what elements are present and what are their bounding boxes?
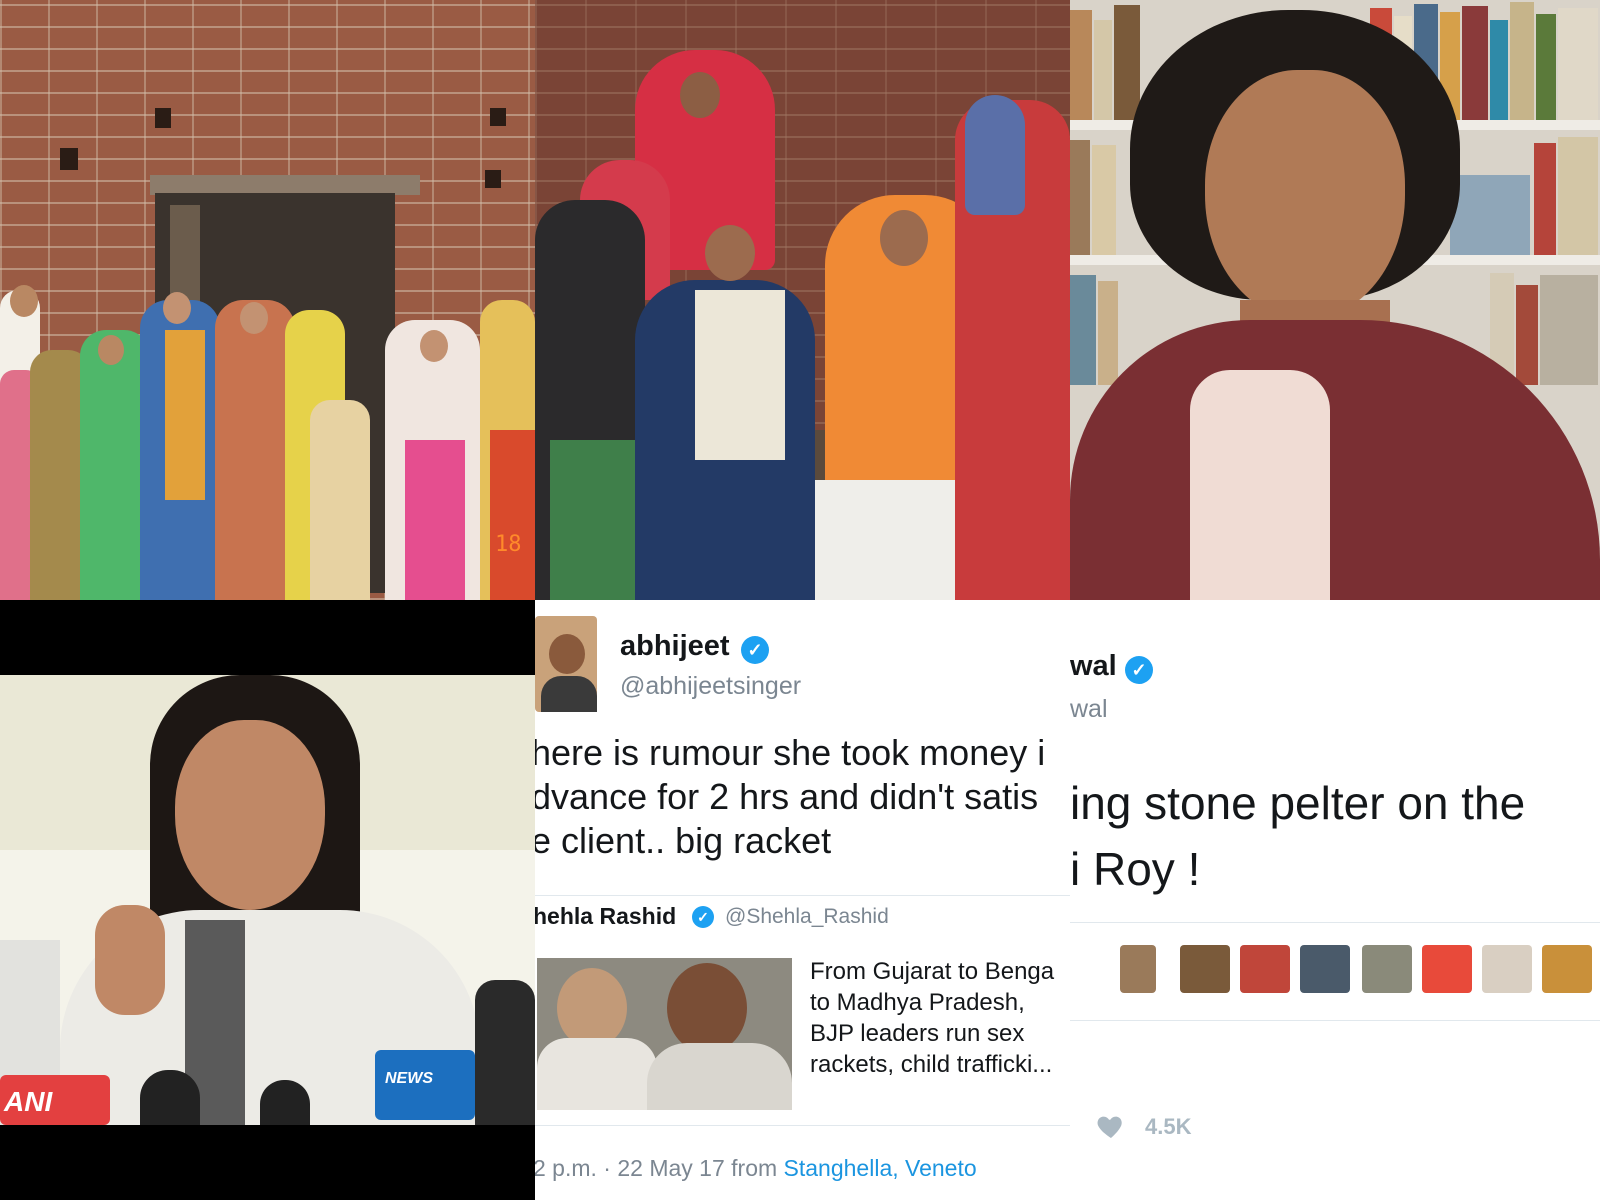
quoted-text: From Gujarat to Benga to Madhya Pradesh,… (810, 956, 1054, 1080)
tweet-body-line-1: ing stone pelter on the (1070, 777, 1526, 829)
quoted-line-3: BJP leaders run sex (810, 1020, 1025, 1047)
photo-portrait-bookshelf (1070, 0, 1600, 600)
dress (405, 440, 465, 600)
mic-news-label: NEWS (385, 1070, 433, 1087)
raised-hand (95, 905, 165, 1015)
blouse (1190, 370, 1330, 600)
quoted-handle: @Shehla_Rashid (725, 905, 889, 928)
face (175, 720, 325, 910)
child (310, 400, 370, 600)
face (10, 285, 38, 317)
tweet-from-label: from (731, 1155, 778, 1181)
divider (1070, 1020, 1600, 1021)
face (163, 292, 191, 324)
face (1205, 70, 1405, 320)
scarf-white (695, 290, 785, 460)
photo-press-conference: ANI NEWS (0, 600, 535, 1200)
tweet-body-line-1: here is rumour she took money i (535, 732, 1046, 773)
door-lintel (150, 175, 420, 195)
tweet-meta: 2 p.m. · 22 May 17 from Stanghella, Vene… (535, 1155, 977, 1182)
face (98, 335, 124, 365)
likes-count: 4.5K (1145, 1114, 1192, 1139)
handle[interactable]: wal (1070, 695, 1108, 724)
mic (140, 1070, 200, 1125)
handle[interactable]: @abhijeetsinger (620, 672, 801, 701)
verified-badge-icon: ✓ (1125, 656, 1153, 684)
mic (260, 1080, 310, 1125)
divider (1070, 922, 1600, 923)
divider (535, 895, 1070, 896)
wall-hole (60, 148, 78, 170)
photo-date-stamp: 18 (495, 532, 522, 557)
quoted-line-2: to Madhya Pradesh, (810, 989, 1025, 1016)
display-name[interactable]: abhijeet (620, 630, 730, 663)
likers-avatars[interactable] (1100, 945, 1600, 997)
mic-ani-label: ANI (4, 1086, 53, 1117)
face (680, 72, 720, 118)
photo-women-protest: 18 (0, 0, 535, 600)
quoted-tweet-header[interactable]: hehla Rashid ✓ @Shehla_Rashid (535, 900, 1070, 940)
wall-hole (155, 108, 171, 128)
dress (490, 430, 535, 600)
face (240, 302, 268, 334)
tweet-abhijeet: abhijeet ✓ @abhijeetsinger here is rumou… (535, 600, 1070, 1200)
quoted-line-1: From Gujarat to Benga (810, 958, 1055, 985)
avatar[interactable] (535, 616, 597, 712)
face (880, 210, 928, 266)
tweet-location-link[interactable]: Stanghella, Veneto (784, 1155, 977, 1181)
person-back (965, 95, 1025, 215)
face (420, 330, 448, 362)
quoted-line-4: rackets, child trafficki... (810, 1051, 1053, 1078)
scarf (165, 330, 205, 500)
tweet-body-line-2: dvance for 2 hrs and didn't satis (535, 776, 1039, 817)
photo-women-seated (535, 0, 1070, 600)
divider (535, 1125, 1070, 1126)
verified-badge-icon: ✓ (741, 636, 769, 664)
wall-hole (485, 170, 501, 188)
display-name[interactable]: wal (1070, 650, 1117, 683)
chair (475, 980, 535, 1125)
tweet-partial: wal ✓ wal ing stone pelter on the i Roy … (1070, 600, 1600, 1200)
wall-hole (490, 108, 506, 126)
face (705, 225, 755, 281)
person (215, 300, 295, 600)
heart-icon[interactable] (1095, 1110, 1127, 1142)
tweet-body-line-3: e client.. big racket (535, 820, 832, 861)
dress-floral (550, 440, 635, 600)
quoted-name: hehla Rashid (535, 903, 677, 929)
verified-badge-icon: ✓ (692, 906, 714, 928)
quoted-image[interactable] (537, 958, 792, 1110)
tweet-timestamp: 2 p.m. · 22 May 17 (535, 1155, 725, 1181)
tweet-body-line-2: i Roy ! (1070, 843, 1201, 895)
